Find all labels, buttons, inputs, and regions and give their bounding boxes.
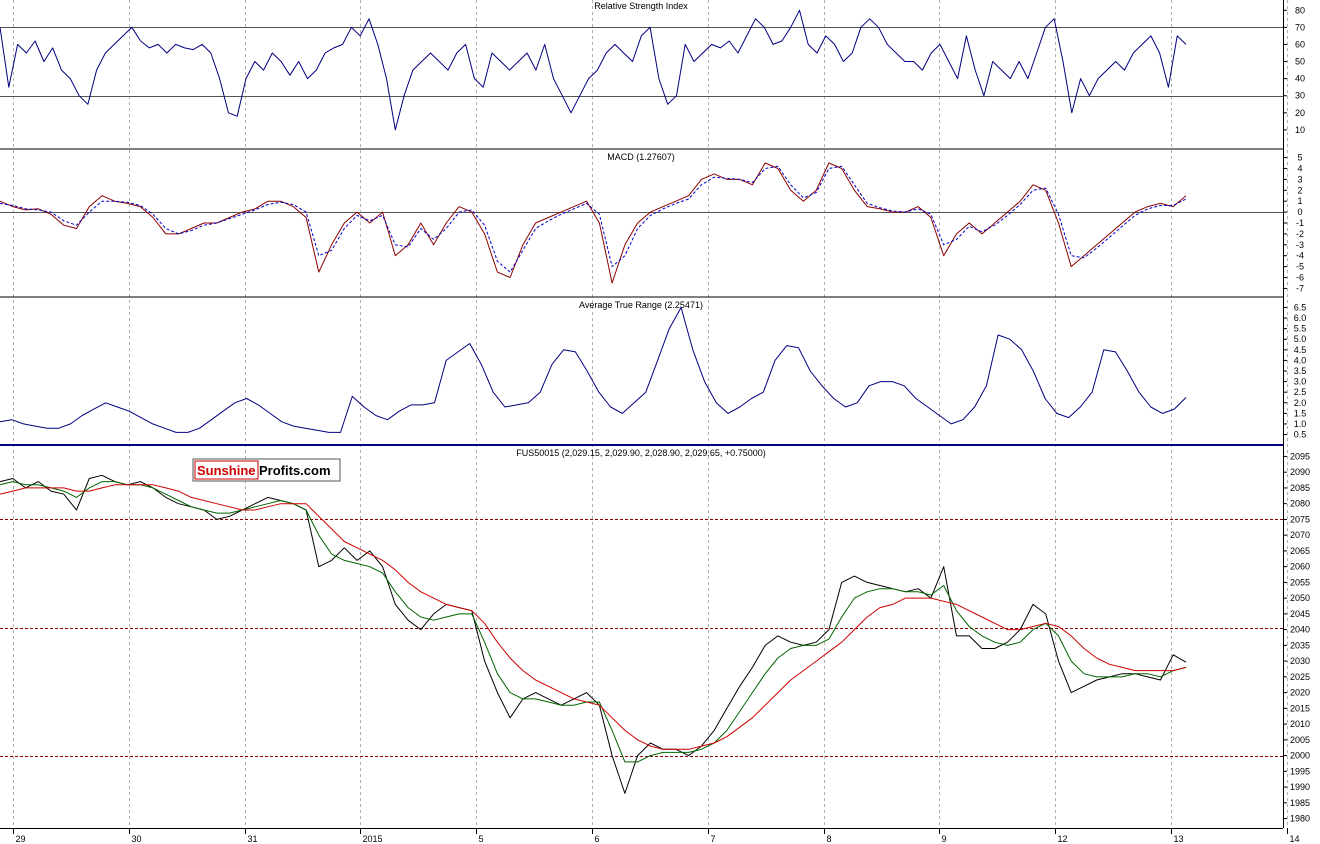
y-tick-label: 2080 bbox=[1290, 499, 1310, 509]
y-tick-label: 2075 bbox=[1290, 514, 1310, 524]
logo-part1: Sunshine bbox=[197, 463, 256, 478]
y-tick-label: 2050 bbox=[1290, 593, 1310, 603]
x-tick-label: 6 bbox=[595, 834, 600, 844]
panel-title-price: FUS50015 (2,029.15, 2,029.90, 2,028.90, … bbox=[516, 448, 765, 458]
y-tick-label: 3.0 bbox=[1294, 377, 1307, 387]
y-tick-label: 50 bbox=[1295, 57, 1305, 67]
y-tick-label: 3 bbox=[1297, 174, 1302, 184]
y-tick-label: 2085 bbox=[1290, 483, 1310, 493]
y-tick-label: 60 bbox=[1295, 39, 1305, 49]
y-tick-label: 4.5 bbox=[1294, 345, 1307, 355]
y-tick-label: 4 bbox=[1297, 163, 1302, 173]
y-tick-label: 5.5 bbox=[1294, 324, 1307, 334]
y-tick-label: -6 bbox=[1296, 273, 1304, 283]
y-tick-label: 6.0 bbox=[1294, 313, 1307, 323]
y-tick-label: 1.0 bbox=[1294, 419, 1307, 429]
panel-title-macd: MACD (1.27607) bbox=[607, 152, 675, 162]
y-tick-label: 0 bbox=[1297, 207, 1302, 217]
chart-canvas: Relative Strength Index MACD (1.27607) Ave… bbox=[0, 0, 1320, 844]
logo-part2: Profits.com bbox=[259, 463, 331, 478]
y-tick-label: 0.5 bbox=[1294, 430, 1307, 440]
y-tick-label: 6.5 bbox=[1294, 302, 1307, 312]
y-tick-label: 2035 bbox=[1290, 640, 1310, 650]
x-tick-label: 31 bbox=[248, 834, 258, 844]
y-tick-label: 2015 bbox=[1290, 703, 1310, 713]
y-tick-label: -2 bbox=[1296, 229, 1304, 239]
y-tick-label: 2030 bbox=[1290, 656, 1310, 666]
y-tick-label: 2090 bbox=[1290, 467, 1310, 477]
x-tick-label: 8 bbox=[827, 834, 832, 844]
y-tick-label: 2005 bbox=[1290, 735, 1310, 745]
x-tick-label: 14 bbox=[1290, 834, 1300, 844]
y-tick-label: 40 bbox=[1295, 74, 1305, 84]
y-tick-label: 2025 bbox=[1290, 672, 1310, 682]
x-tick-label: 9 bbox=[942, 834, 947, 844]
x-tick-label: 5 bbox=[479, 834, 484, 844]
y-tick-label: -5 bbox=[1296, 262, 1304, 272]
x-tick-label: 7 bbox=[711, 834, 716, 844]
x-tick-label: 30 bbox=[132, 834, 142, 844]
y-tick-label: 1990 bbox=[1290, 782, 1310, 792]
y-tick-label: 5.0 bbox=[1294, 334, 1307, 344]
panel-title-rsi: Relative Strength Index bbox=[594, 1, 688, 11]
y-tick-label: 2000 bbox=[1290, 751, 1310, 761]
y-tick-label: 2095 bbox=[1290, 451, 1310, 461]
x-tick-label: 13 bbox=[1174, 834, 1184, 844]
y-tick-label: 2040 bbox=[1290, 625, 1310, 635]
y-tick-label: 1 bbox=[1297, 196, 1302, 206]
y-tick-label: 2055 bbox=[1290, 577, 1310, 587]
y-tick-label: -4 bbox=[1296, 251, 1304, 261]
y-tick-label: 1980 bbox=[1290, 814, 1310, 824]
y-tick-label: 2070 bbox=[1290, 530, 1310, 540]
y-tick-label: 20 bbox=[1295, 108, 1305, 118]
y-tick-label: -7 bbox=[1296, 283, 1304, 293]
y-tick-label: -3 bbox=[1296, 240, 1304, 250]
x-tick-label: 29 bbox=[16, 834, 26, 844]
y-tick-label: 2 bbox=[1297, 185, 1302, 195]
y-tick-label: 2060 bbox=[1290, 562, 1310, 572]
chart-background bbox=[0, 0, 1320, 844]
panel-title-atr: Average True Range (2.25471) bbox=[579, 300, 703, 310]
y-tick-label: 1995 bbox=[1290, 766, 1310, 776]
y-tick-label: 4.0 bbox=[1294, 355, 1307, 365]
y-tick-label: 1.5 bbox=[1294, 408, 1307, 418]
y-tick-label: 10 bbox=[1295, 125, 1305, 135]
y-tick-label: 2020 bbox=[1290, 688, 1310, 698]
y-tick-label: 1985 bbox=[1290, 798, 1310, 808]
y-tick-label: 30 bbox=[1295, 91, 1305, 101]
sunshine-profits-logo: Sunshine Profits.com bbox=[192, 458, 341, 482]
y-tick-label: 5 bbox=[1297, 153, 1302, 163]
y-tick-label: 2065 bbox=[1290, 546, 1310, 556]
y-tick-label: 3.5 bbox=[1294, 366, 1307, 376]
y-tick-label: 70 bbox=[1295, 22, 1305, 32]
y-tick-label: -1 bbox=[1296, 218, 1304, 228]
y-tick-label: 2.5 bbox=[1294, 387, 1307, 397]
x-tick-label: 12 bbox=[1058, 834, 1068, 844]
y-tick-label: 2.0 bbox=[1294, 398, 1307, 408]
y-tick-label: 80 bbox=[1295, 5, 1305, 15]
y-tick-label: 2010 bbox=[1290, 719, 1310, 729]
x-tick-label: 2015 bbox=[363, 834, 383, 844]
y-tick-label: 2045 bbox=[1290, 609, 1310, 619]
